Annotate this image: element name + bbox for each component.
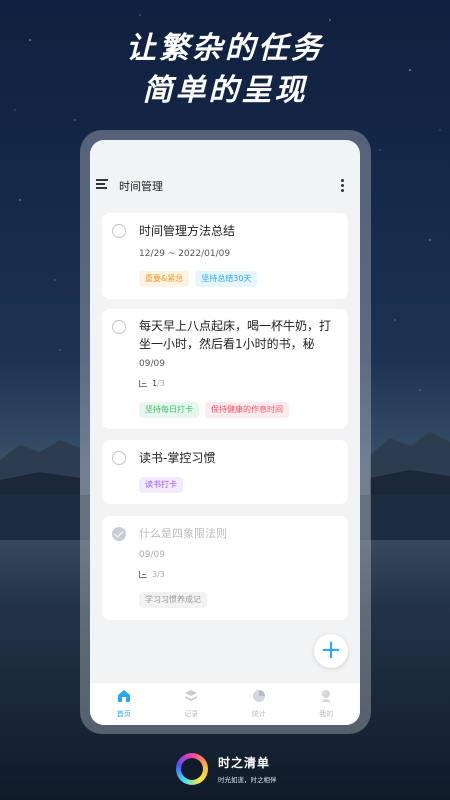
task-checkbox[interactable] [112, 320, 126, 334]
app-screen: 时间管理 时间管理方法总结 12/29 ~ 2022/01/09 重要&紧急 坚… [90, 140, 360, 725]
subtask-total-count: /3 [157, 379, 165, 388]
tag-badge[interactable]: 坚持每日打卡 [139, 402, 199, 418]
brand-name: 时之清单 [218, 756, 271, 770]
subtask-icon [139, 380, 147, 387]
brand-footer: 时之清单 时光如逝，时之相伴 [0, 748, 450, 800]
task-title: 什么是四象限法则 [139, 527, 227, 540]
tab-profile[interactable]: 我的 [293, 683, 361, 725]
task-checkbox-checked[interactable] [112, 527, 126, 541]
tab-label: 我的 [319, 710, 334, 718]
tag-badge[interactable]: 保持健康的作息时间 [205, 402, 289, 418]
task-checkbox[interactable] [112, 224, 126, 238]
task-tags: 坚持每日打卡 保持健康的作息时间 [139, 402, 289, 418]
task-date: 12/29 ~ 2022/01/09 [139, 249, 231, 259]
tag-badge[interactable]: 重要&紧急 [139, 271, 190, 287]
tag-badge[interactable]: 读书打卡 [139, 477, 183, 493]
promo-line-2: 简单的呈现 [142, 73, 308, 108]
task-checkbox[interactable] [112, 451, 126, 465]
task-title: 每天早上八点起床，喝一杯牛奶，打坐一小时，然后看1小时的书，秘密… [139, 319, 332, 351]
tab-label: 首页 [116, 710, 131, 718]
task-title: 读书-掌控习惯 [139, 451, 216, 465]
subtask-progress: 3/3 [139, 570, 165, 579]
tab-statistics[interactable]: 统计 [225, 683, 293, 725]
task-card[interactable]: 时间管理方法总结 12/29 ~ 2022/01/09 重要&紧急 坚持总结30… [102, 213, 348, 299]
task-card[interactable]: 什么是四象限法则 09/09 3/3 学习习惯养成记 [102, 516, 348, 620]
task-date: 09/09 [139, 550, 165, 560]
tab-label: 记录 [184, 710, 199, 718]
task-card[interactable]: 读书-掌控习惯 读书打卡 [102, 440, 348, 504]
tab-home[interactable]: 首页 [90, 683, 158, 725]
plus-icon: + [320, 635, 342, 665]
task-tags: 学习习惯养成记 [139, 592, 207, 608]
task-date: 09/09 [139, 359, 165, 369]
bottom-tab-bar: 首页 记录 统计 我的 [90, 683, 360, 725]
task-card[interactable]: 每天早上八点起床，喝一杯牛奶，打坐一小时，然后看1小时的书，秘密… 09/09 … [102, 309, 348, 429]
layers-icon [185, 690, 198, 701]
promo-headline: 让繁杂的任务 简单的呈现 [0, 28, 450, 112]
promo-line-1: 让繁杂的任务 [126, 31, 324, 66]
task-tags: 读书打卡 [139, 477, 183, 493]
tab-records[interactable]: 记录 [158, 683, 226, 725]
brand-slogan: 时光如逝，时之相伴 [218, 776, 277, 784]
tab-label: 统计 [251, 710, 266, 718]
app-bar: 时间管理 [90, 140, 360, 210]
subtask-progress: 1/3 [139, 379, 165, 388]
subtask-icon [139, 571, 147, 578]
tag-badge[interactable]: 学习习惯养成记 [139, 592, 207, 608]
task-title: 时间管理方法总结 [139, 224, 236, 238]
home-icon [117, 690, 130, 702]
profile-icon [321, 690, 332, 702]
tag-badge[interactable]: 坚持总结30天 [195, 271, 258, 287]
menu-icon[interactable] [96, 179, 108, 189]
pie-chart-icon [252, 690, 265, 702]
subtask-total-count: /3 [157, 570, 165, 579]
more-options-icon[interactable] [341, 179, 345, 193]
add-task-button[interactable]: + [314, 634, 348, 668]
page-title: 时间管理 [119, 180, 163, 193]
app-logo-icon [176, 753, 208, 785]
task-tags: 重要&紧急 坚持总结30天 [139, 271, 258, 287]
